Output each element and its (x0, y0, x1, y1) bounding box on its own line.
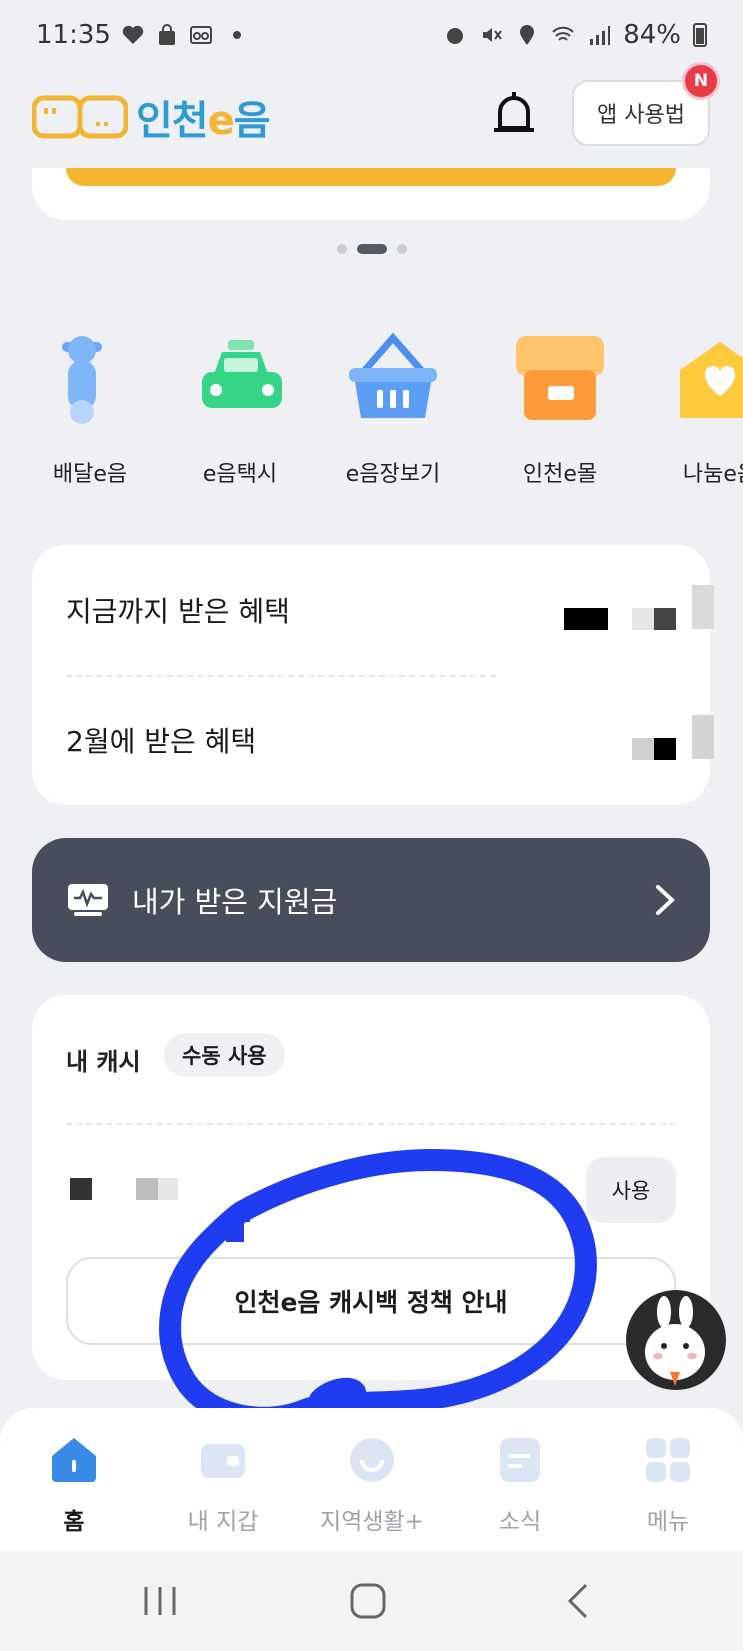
nav-wallet[interactable]: 내 지갑 (153, 1436, 293, 1536)
store-icon (516, 336, 604, 420)
news-icon (500, 1438, 540, 1482)
nav-news[interactable]: 소식 (450, 1436, 590, 1536)
grid-menu-icon (646, 1438, 690, 1482)
mute-icon (483, 28, 503, 42)
banner-card[interactable] (32, 168, 710, 220)
total-benefit-label: 지금까지 받은 혜택 (66, 595, 290, 628)
quick-menu: 배달e음 e음택시 e음장보기 인천e몰 나눔e (0, 330, 743, 510)
chevron-right-icon (656, 885, 675, 915)
home-icon (52, 1438, 96, 1482)
benefit-card: 지금까지 받은 혜택 2월에 받은 혜택 (32, 545, 714, 805)
receipt-icon (68, 884, 108, 916)
nav-home[interactable]: 홈 (4, 1436, 144, 1536)
quick-item-taxi[interactable]: e음택시 (180, 330, 300, 488)
battery-icon (693, 23, 707, 47)
bottom-navigation: 홈 내 지갑 지역생활+ 소식 메뉴 (0, 1408, 743, 1551)
voicemail-icon (189, 26, 212, 44)
quick-item-sharing[interactable]: 나눔e음 (660, 330, 743, 488)
status-time: 11:35 (36, 20, 111, 50)
nav-local-life[interactable]: 지역생활+ (302, 1436, 442, 1536)
smile-icon (350, 1438, 394, 1482)
basket-icon (349, 332, 437, 418)
signal-icon (590, 26, 611, 45)
app-logo[interactable]: 인천e음 (32, 88, 271, 146)
heart-broken-icon (122, 25, 144, 44)
cash-balance-redacted (32, 1155, 232, 1235)
back-icon[interactable] (560, 1581, 600, 1621)
alarm-icon (447, 28, 464, 44)
banner-pager (0, 244, 743, 254)
logo-text: 인천e음 (136, 98, 271, 144)
wallet-icon (201, 1444, 245, 1478)
shopping-bag-icon (158, 24, 175, 45)
wifi-icon (552, 26, 574, 41)
recent-apps-icon[interactable] (140, 1581, 180, 1621)
quick-item-grocery[interactable]: e음장보기 (333, 330, 453, 488)
banner-progress-bar (66, 168, 676, 186)
bunny-chatbot-button[interactable] (626, 1290, 726, 1390)
monthly-benefit-value-redacted (502, 715, 714, 775)
quick-item-delivery[interactable]: 배달e음 (30, 330, 150, 488)
divider (66, 675, 496, 677)
infinity-logo-icon (32, 95, 128, 139)
location-icon (520, 25, 535, 45)
use-cash-button[interactable]: 사용 (586, 1157, 676, 1223)
scooter-icon (62, 336, 102, 424)
notification-dot (232, 31, 241, 39)
cashback-policy-button[interactable]: 인천e음 캐시백 정책 안내 (66, 1257, 676, 1345)
home-button-icon[interactable] (348, 1581, 388, 1621)
heart-envelope-icon (680, 342, 743, 418)
new-badge: N (682, 62, 720, 100)
nav-menu[interactable]: 메뉴 (598, 1436, 738, 1536)
manual-use-pill[interactable]: 수동 사용 (164, 1033, 285, 1077)
quick-item-mall[interactable]: 인천e몰 (500, 330, 620, 488)
taxi-icon (202, 340, 282, 408)
bunny-mascot-icon (645, 1296, 705, 1386)
system-navigation-bar (0, 1551, 743, 1651)
subsidy-label: 내가 받은 지원금 (132, 885, 338, 919)
total-benefit-value-redacted (502, 585, 714, 655)
cash-title: 내 캐시 (66, 1048, 141, 1076)
my-subsidy-button[interactable]: 내가 받은 지원금 (32, 838, 710, 962)
battery-percent: 84% (623, 20, 681, 50)
monthly-benefit-label: 2월에 받은 혜택 (66, 725, 257, 758)
cash-card: 내 캐시 수동 사용 사용 인천e음 캐시백 정책 안내 (32, 995, 710, 1380)
app-header: 인천e음 앱 사용법 (0, 70, 743, 170)
divider (66, 1123, 676, 1125)
bell-icon[interactable] (490, 90, 538, 142)
status-bar: 11:35 84% (0, 0, 743, 70)
